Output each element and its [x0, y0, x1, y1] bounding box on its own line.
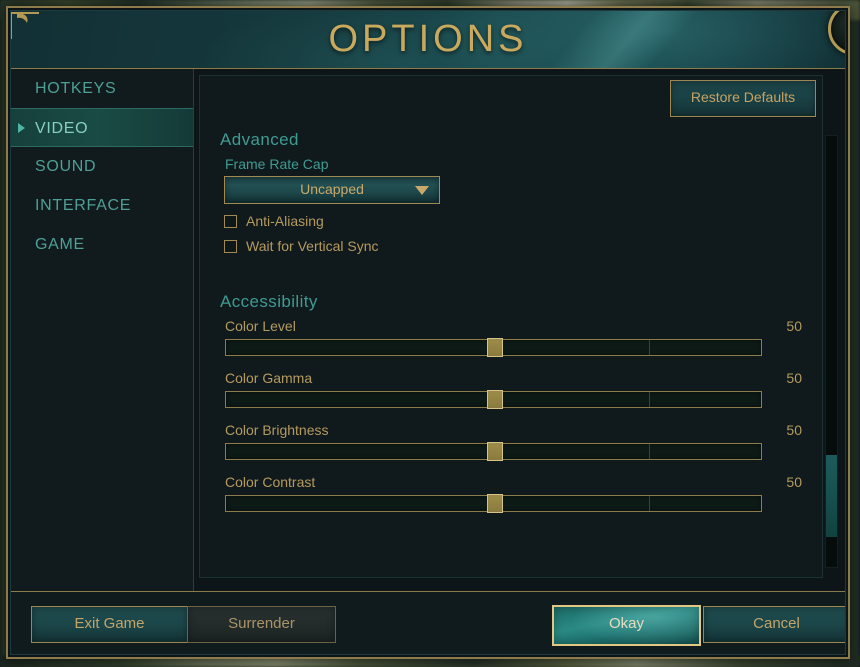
settings-panel: Restore Defaults Advanced Frame Rate Cap… — [199, 75, 823, 578]
slider-header: Color Gamma 50 — [225, 370, 802, 386]
sidebar-item-label: SOUND — [35, 158, 97, 175]
checkbox-box-icon — [224, 214, 237, 228]
frame-rate-cap-label: Frame Rate Cap — [225, 156, 329, 172]
sidebar-item-sound[interactable]: SOUND — [11, 147, 193, 186]
slider-value: 50 — [786, 370, 802, 386]
frame-rate-cap-value: Uncapped — [300, 181, 364, 197]
sidebar-item-game[interactable]: GAME — [11, 225, 193, 264]
cancel-button[interactable]: Cancel — [703, 606, 845, 643]
slider-label: Color Gamma — [225, 370, 313, 386]
exit-game-button[interactable]: Exit Game — [31, 606, 188, 643]
checkbox-wait-for-vertical-sync[interactable]: Wait for Vertical Sync — [224, 238, 804, 254]
close-icon: ✕ — [831, 11, 845, 52]
slider-label: Color Brightness — [225, 422, 329, 438]
okay-button[interactable]: Okay — [552, 605, 701, 646]
dialog-body: HOTKEYS VIDEO SOUND INTERFACE GAME Resto… — [11, 69, 845, 592]
checkbox-box-icon — [224, 239, 237, 253]
frame-rate-cap-dropdown[interactable]: Uncapped — [224, 176, 440, 204]
slider-group-color-level: Color Level 50 — [218, 318, 804, 357]
slider-value: 50 — [786, 474, 802, 490]
section-heading-accessibility: Accessibility — [220, 292, 318, 311]
settings-scroll-area: Advanced Frame Rate Cap Uncapped Anti-Al… — [200, 124, 822, 577]
options-dialog: OPTIONS ✕ HOTKEYS VIDEO SOUND INTERFACE … — [6, 6, 850, 659]
sidebar-item-interface[interactable]: INTERFACE — [11, 186, 193, 225]
slider-tick — [648, 340, 650, 355]
checkbox-label: Wait for Vertical Sync — [246, 238, 379, 254]
slider-thumb-color-level[interactable] — [486, 338, 503, 357]
title-bar: OPTIONS — [11, 11, 845, 69]
slider-group-color-gamma: Color Gamma 50 — [218, 370, 804, 409]
surrender-button[interactable]: Surrender — [187, 606, 336, 643]
slider-header: Color Brightness 50 — [225, 422, 802, 438]
dialog-inner-frame: OPTIONS ✕ HOTKEYS VIDEO SOUND INTERFACE … — [10, 10, 846, 655]
slider-thumb-color-brightness[interactable] — [486, 442, 503, 461]
slider-tick — [648, 392, 650, 407]
slider-label: Color Level — [225, 318, 296, 334]
slider-track-color-brightness[interactable] — [225, 442, 762, 461]
sidebar-nav: HOTKEYS VIDEO SOUND INTERFACE GAME — [11, 69, 194, 592]
slider-header: Color Level 50 — [225, 318, 802, 334]
section-heading-advanced: Advanced — [220, 130, 299, 149]
sidebar-item-video[interactable]: VIDEO — [11, 108, 193, 147]
checkbox-anti-aliasing[interactable]: Anti-Aliasing — [224, 213, 804, 229]
slider-thumb-color-gamma[interactable] — [486, 390, 503, 409]
slider-tick — [648, 496, 650, 511]
page-title: OPTIONS — [328, 18, 528, 60]
close-button[interactable]: ✕ — [828, 11, 845, 55]
slider-tick — [648, 444, 650, 459]
slider-value: 50 — [786, 318, 802, 334]
slider-track-color-gamma[interactable] — [225, 390, 762, 409]
sidebar-item-hotkeys[interactable]: HOTKEYS — [11, 69, 193, 108]
vertical-scrollbar-thumb[interactable] — [826, 454, 837, 537]
sidebar-item-label: HOTKEYS — [35, 80, 117, 97]
slider-group-color-brightness: Color Brightness 50 — [218, 422, 804, 461]
slider-thumb-color-contrast[interactable] — [486, 494, 503, 513]
sidebar-item-label: GAME — [35, 236, 85, 253]
slider-header: Color Contrast 50 — [225, 474, 802, 490]
checkbox-label: Anti-Aliasing — [246, 213, 324, 229]
slider-track-color-level[interactable] — [225, 338, 762, 357]
slider-value: 50 — [786, 422, 802, 438]
restore-defaults-button[interactable]: Restore Defaults — [670, 80, 816, 117]
sidebar-item-label: VIDEO — [35, 120, 89, 137]
sidebar-item-label: INTERFACE — [35, 197, 132, 214]
slider-group-color-contrast: Color Contrast 50 — [218, 474, 804, 513]
slider-label: Color Contrast — [225, 474, 316, 490]
slider-track-color-contrast[interactable] — [225, 494, 762, 513]
chevron-down-icon — [415, 186, 429, 195]
dialog-footer: Exit Game Surrender Okay Cancel — [11, 591, 845, 654]
vertical-scrollbar-track[interactable] — [825, 135, 838, 568]
